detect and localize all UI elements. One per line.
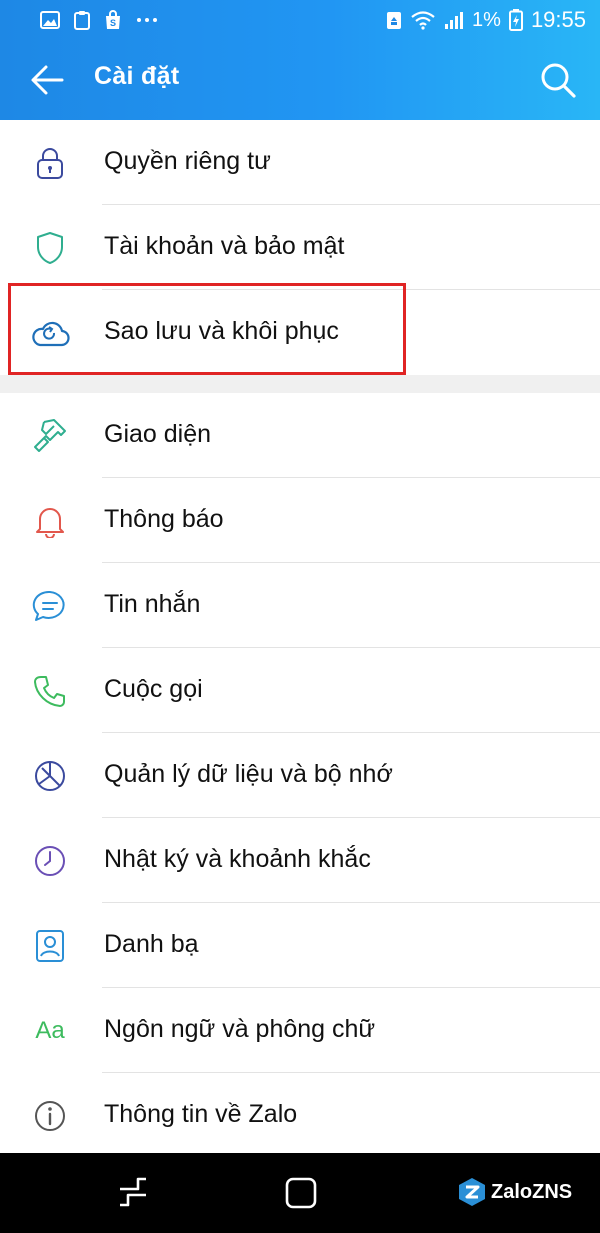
chat-bubble-icon: [30, 588, 70, 624]
settings-item-label: Tài khoản và bảo mật: [104, 232, 345, 260]
app-header: Cài đặt: [0, 40, 600, 120]
settings-item-privacy[interactable]: Quyền riêng tư: [0, 120, 600, 205]
contact-card-icon: [30, 928, 70, 964]
settings-item-label: Thông tin về Zalo: [104, 1100, 298, 1128]
settings-item-label: Tin nhắn: [104, 590, 201, 618]
arrow-left-icon[interactable]: [30, 64, 64, 96]
settings-item-contacts[interactable]: Danh bạ: [0, 903, 600, 988]
watermark-text: ZaloZNS: [491, 1180, 573, 1203]
cloud-sync-icon: [30, 315, 70, 351]
clock-time: 19:55: [530, 7, 586, 32]
recycle-icon: [387, 12, 402, 29]
battery-icon: [508, 9, 523, 31]
settings-item-label: Giao diện: [104, 420, 212, 448]
recent-apps-icon[interactable]: [116, 1175, 150, 1209]
settings-item-label: Nhật ký và khoảnh khắc: [104, 845, 371, 873]
shield-icon: [30, 230, 70, 266]
pie-chart-icon: [30, 758, 70, 794]
bell-icon: [30, 503, 70, 539]
clipboard-icon: [74, 11, 90, 30]
settings-item-label: Ngôn ngữ và phông chữ: [104, 1015, 376, 1043]
battery-percent: 1%: [472, 8, 501, 31]
settings-item-label: Danh bạ: [104, 930, 199, 958]
settings-item-account-security[interactable]: Tài khoản và bảo mật: [0, 205, 600, 290]
home-button-icon[interactable]: [283, 1175, 319, 1211]
settings-item-language-font[interactable]: Aa Ngôn ngữ và phông chữ: [0, 988, 600, 1073]
shop-icon: S: [106, 10, 120, 29]
lock-icon: [30, 145, 70, 181]
settings-item-calls[interactable]: Cuộc gọi: [0, 648, 600, 733]
settings-item-appearance[interactable]: Giao diện: [0, 393, 600, 478]
settings-item-label: Quyền riêng tư: [104, 147, 271, 175]
section-divider: [0, 375, 600, 393]
status-bar: S 1% 19:55: [0, 0, 600, 40]
watermark: ZaloZNS: [457, 1177, 572, 1207]
info-icon: [30, 1098, 70, 1134]
phone-icon: [30, 673, 70, 709]
zalo-logo-icon: [459, 1178, 485, 1206]
wifi-icon: [411, 11, 435, 30]
clock-icon: [30, 843, 70, 879]
settings-item-diary-moments[interactable]: Nhật ký và khoảnh khắc: [0, 818, 600, 903]
svg-text:S: S: [110, 18, 116, 28]
settings-item-about-zalo[interactable]: Thông tin về Zalo: [0, 1073, 600, 1158]
settings-list: Quyền riêng tư Tài khoản và bảo mật Sao …: [0, 120, 600, 1158]
settings-item-backup-restore[interactable]: Sao lưu và khôi phục: [0, 290, 600, 375]
settings-item-notifications[interactable]: Thông báo: [0, 478, 600, 563]
settings-item-label: Sao lưu và khôi phục: [104, 317, 339, 345]
settings-item-data-storage[interactable]: Quản lý dữ liệu và bộ nhớ: [0, 733, 600, 818]
signal-icon: [445, 12, 464, 29]
settings-item-label: Quản lý dữ liệu và bộ nhớ: [104, 760, 393, 788]
search-icon[interactable]: [540, 62, 576, 98]
paint-brush-icon: [30, 418, 70, 454]
font-aa-icon: Aa: [35, 1017, 65, 1044]
page-title: Cài đặt: [94, 62, 180, 90]
system-nav-bar: ZaloZNS: [0, 1153, 600, 1233]
settings-item-label: Thông báo: [104, 505, 224, 533]
settings-item-label: Cuộc gọi: [104, 675, 203, 703]
more-dots-icon: [137, 18, 157, 22]
settings-item-messages[interactable]: Tin nhắn: [0, 563, 600, 648]
image-icon: [40, 11, 60, 29]
